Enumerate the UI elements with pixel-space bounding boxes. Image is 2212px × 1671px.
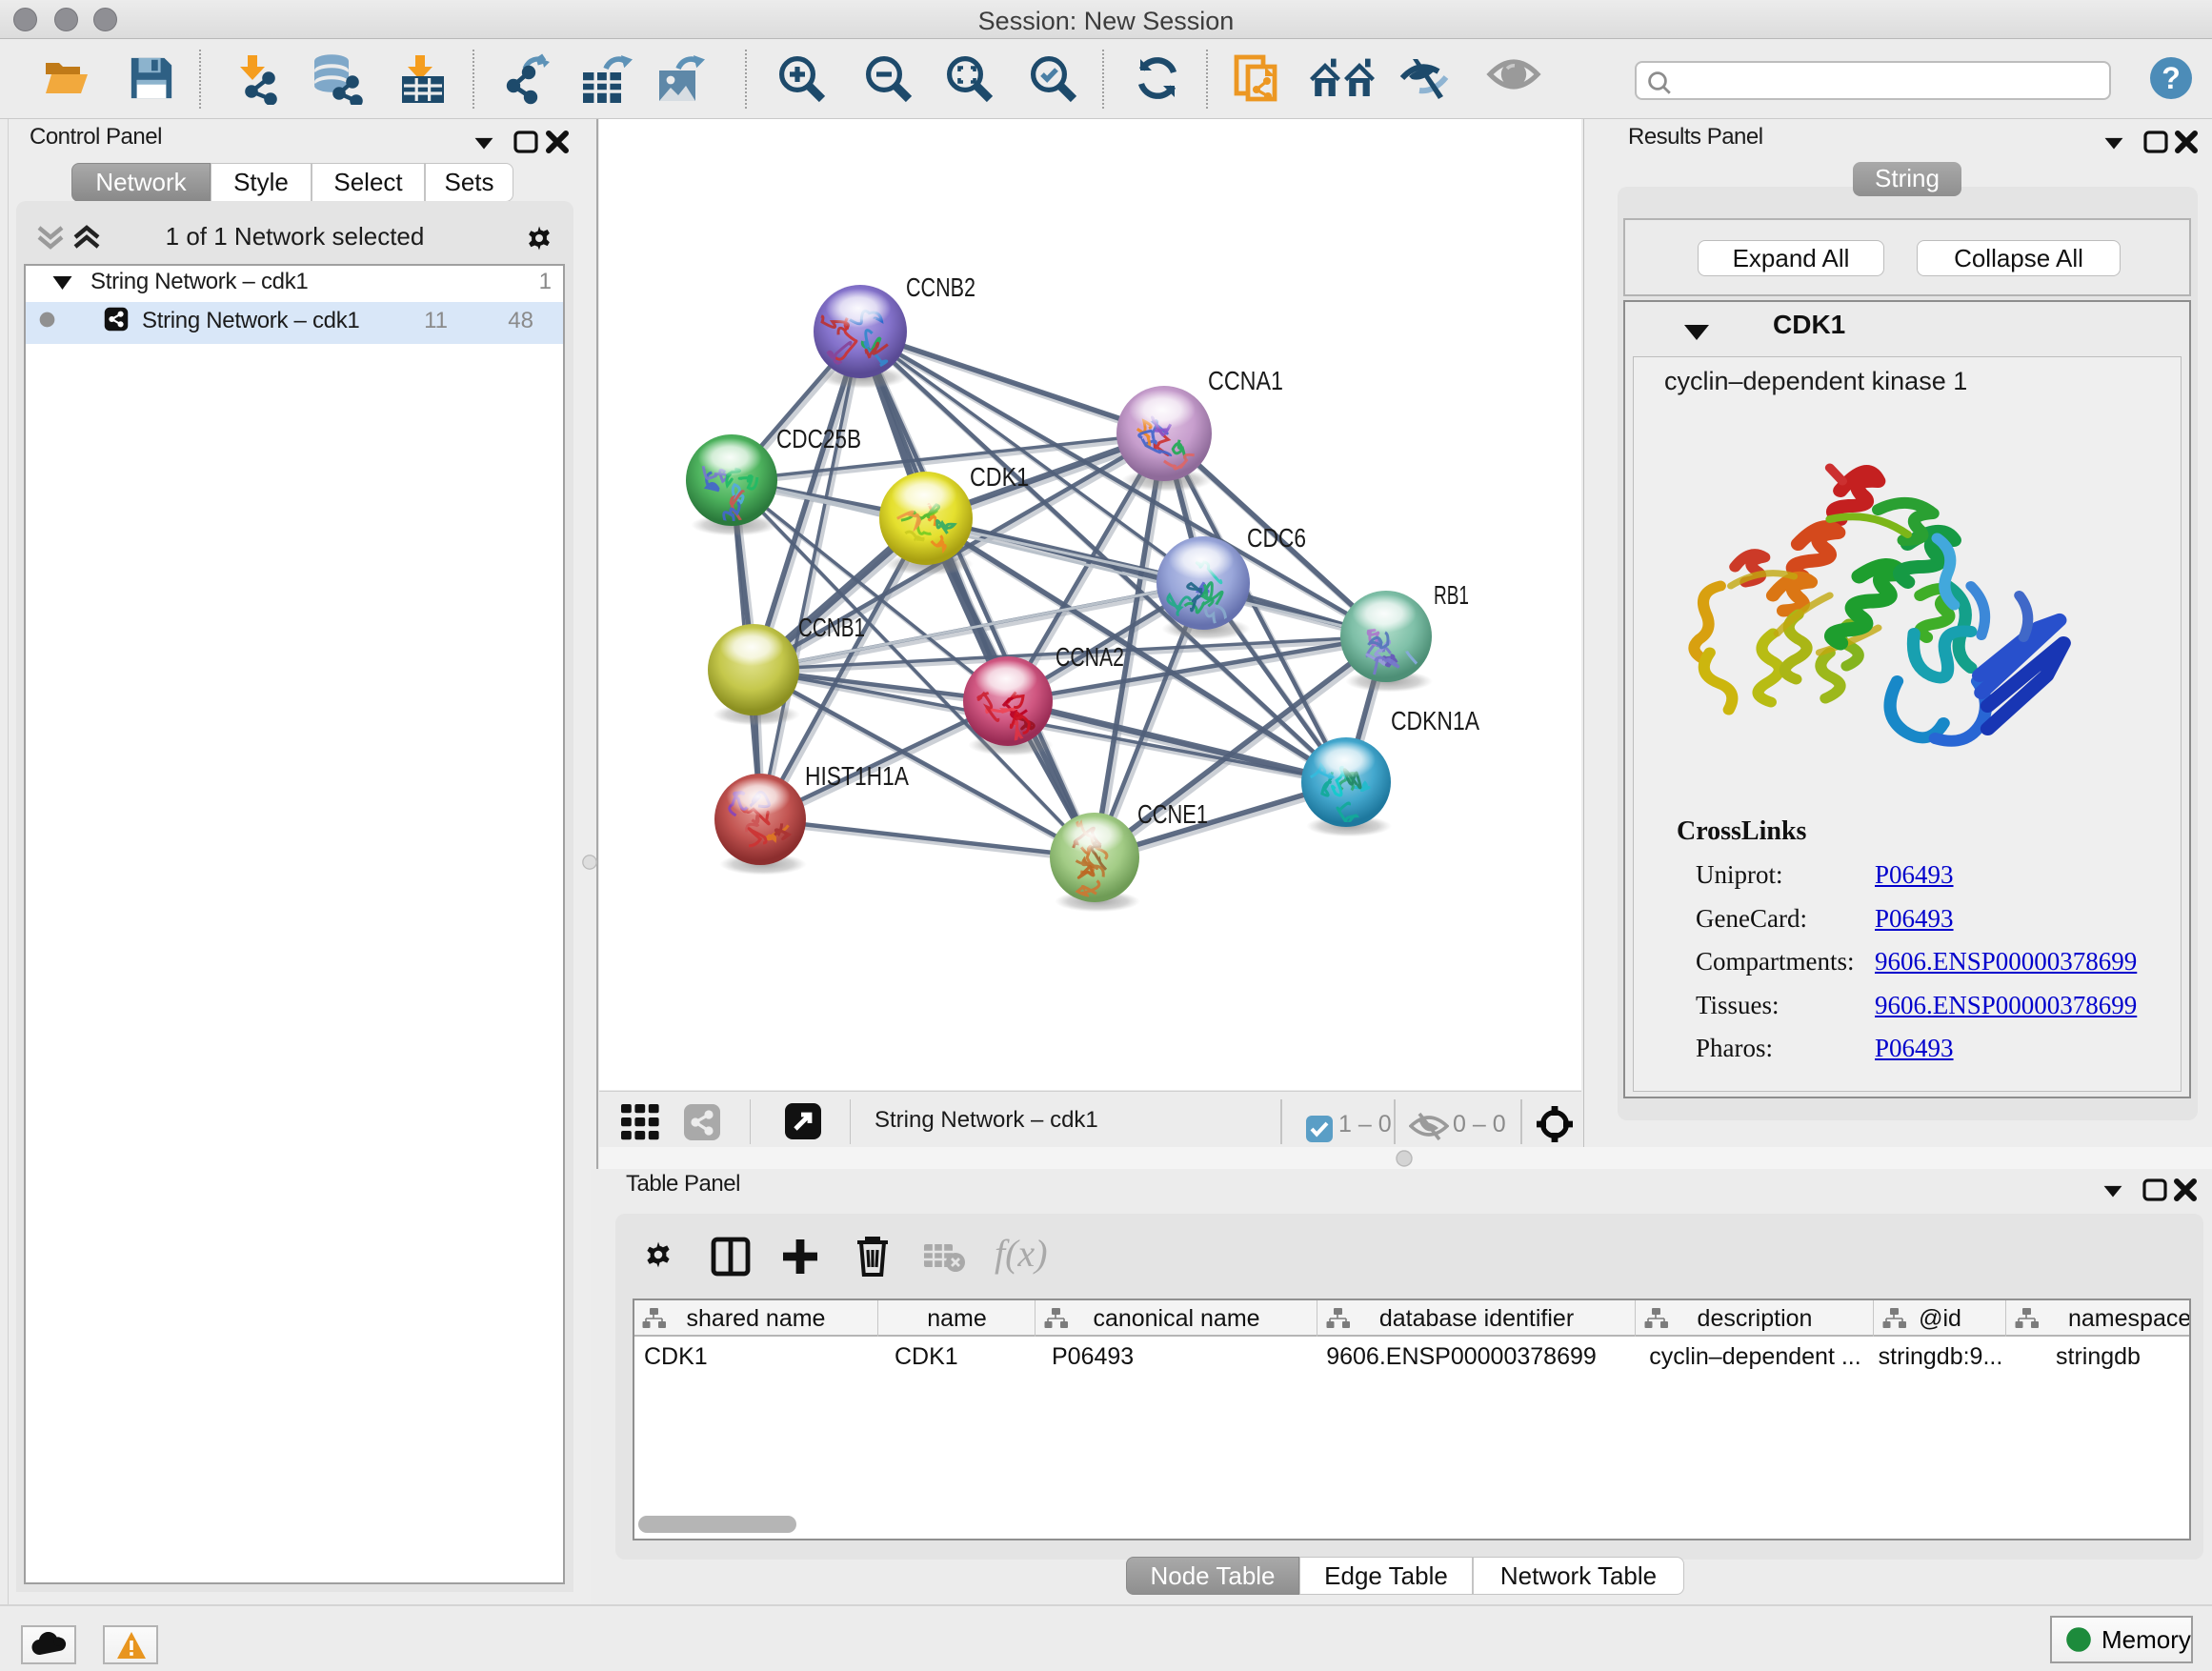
svg-text:CDKN1A: CDKN1A [1391, 706, 1479, 735]
svg-text:RB1: RB1 [1434, 580, 1469, 610]
svg-text:CCNA2: CCNA2 [1056, 642, 1124, 672]
svg-text:CCNA1: CCNA1 [1208, 366, 1283, 395]
svg-text:CDK1: CDK1 [970, 462, 1029, 492]
svg-text:CCNE1: CCNE1 [1137, 799, 1208, 829]
svg-text:CCNB2: CCNB2 [906, 272, 975, 302]
svg-text:CCNB1: CCNB1 [798, 613, 865, 642]
svg-text:CDC6: CDC6 [1247, 523, 1306, 553]
svg-text:HIST1H1A: HIST1H1A [805, 761, 909, 791]
svg-text:?: ? [2162, 61, 2181, 95]
svg-text:CDC25B: CDC25B [776, 424, 861, 453]
